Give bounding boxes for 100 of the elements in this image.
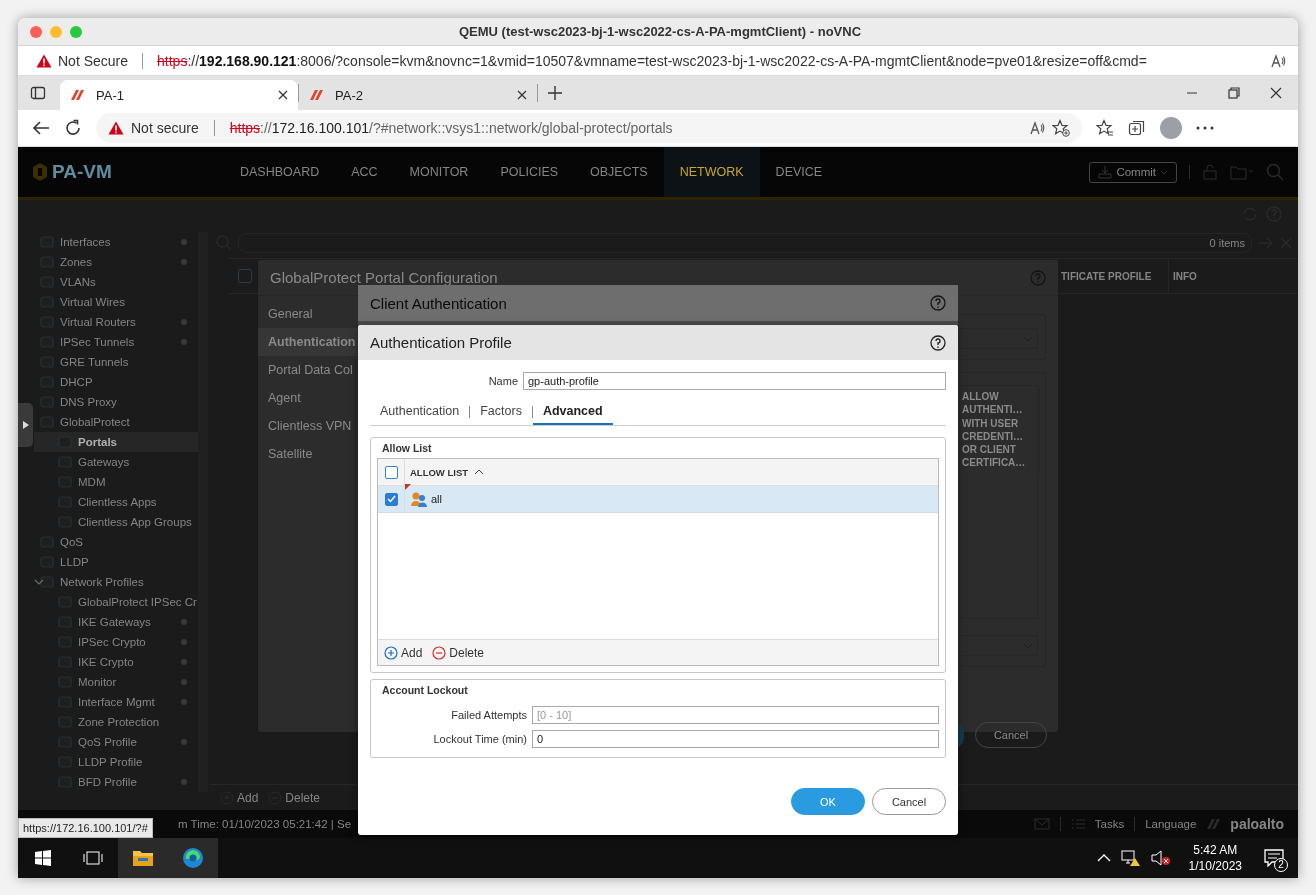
close-icon[interactable]: [278, 90, 288, 100]
dialog-nav-item[interactable]: Clientless VPN: [258, 412, 358, 440]
ok-button[interactable]: OK: [791, 788, 865, 815]
chevron-up-icon[interactable]: [1096, 854, 1111, 862]
nav-tab[interactable]: ACC: [335, 147, 394, 197]
tasks-link[interactable]: Tasks: [1094, 818, 1125, 830]
nav-tab[interactable]: MONITOR: [393, 147, 485, 197]
task-view-icon[interactable]: [83, 851, 103, 865]
tab-actions-icon[interactable]: [30, 85, 46, 101]
sidebar-item[interactable]: GlobalProtect IPSec Cr: [34, 592, 198, 612]
cancel-button[interactable]: Cancel: [872, 788, 946, 815]
favorites-icon[interactable]: [1096, 119, 1114, 137]
nav-tab[interactable]: POLICIES: [484, 147, 575, 197]
dialog-nav-item[interactable]: Agent: [258, 384, 358, 412]
play-icon: [22, 421, 29, 429]
sidebar-item[interactable]: Virtual Routers: [34, 312, 198, 332]
checkbox[interactable]: [384, 465, 398, 479]
tab[interactable]: Advanced: [532, 398, 613, 425]
language-link[interactable]: Language: [1145, 818, 1197, 830]
nav-tab[interactable]: NETWORK: [663, 147, 760, 197]
sidebar-item[interactable]: DNS Proxy: [34, 392, 198, 412]
sidebar-item[interactable]: IPSec Crypto: [34, 632, 198, 652]
close-icon[interactable]: [1270, 87, 1282, 99]
sidebar-item[interactable]: QoS: [34, 532, 198, 552]
sidebar-item[interactable]: Zone Protection: [34, 712, 198, 732]
tab[interactable]: Authentication: [370, 398, 470, 424]
sidebar-item[interactable]: Network Profiles: [34, 572, 198, 592]
sidebar-item[interactable]: IPSec Tunnels: [34, 332, 198, 352]
add-button[interactable]: Add: [384, 645, 423, 660]
sidebar-item[interactable]: GlobalProtect: [34, 412, 198, 432]
sidebar-item[interactable]: IKE Crypto: [34, 652, 198, 672]
windows-icon[interactable]: [35, 850, 51, 866]
collapse-handle[interactable]: [18, 403, 33, 447]
sidebar-item[interactable]: QoS Profile: [34, 732, 198, 752]
speaker-muted-icon[interactable]: [1150, 850, 1171, 866]
network-warning-icon[interactable]: [1120, 849, 1141, 867]
sidebar-item[interactable]: Monitor: [34, 672, 198, 692]
profile-avatar[interactable]: [1160, 117, 1182, 139]
help-icon[interactable]: [930, 334, 946, 351]
address-field[interactable]: Not secure https://172.16.100.101/?#network::vsys1::network/global-protect/portals: [96, 113, 1082, 143]
name-field[interactable]: gp-auth-profile: [523, 372, 946, 390]
list-row[interactable]: all: [378, 486, 938, 513]
nav-tab[interactable]: DASHBOARD: [224, 147, 336, 197]
delete-button[interactable]: Delete: [268, 790, 321, 805]
sidebar-item[interactable]: Clientless Apps: [34, 492, 198, 512]
dialog-nav-item[interactable]: Portal Data Col: [258, 356, 358, 384]
folder-icon[interactable]: [132, 849, 154, 867]
back-icon[interactable]: [32, 120, 50, 136]
square-icon: [40, 535, 54, 549]
dialog-nav-item[interactable]: Satellite: [258, 440, 358, 468]
star-add-icon[interactable]: [1052, 119, 1070, 137]
delete-button[interactable]: Delete: [432, 645, 485, 660]
sidebar-item[interactable]: IKE Gateways: [34, 612, 198, 632]
collections-icon[interactable]: [1128, 119, 1146, 137]
column-header[interactable]: ALLOW LIST: [405, 466, 485, 478]
browser-icon[interactable]: [182, 847, 204, 869]
download-icon: [1098, 165, 1113, 179]
nav-tab[interactable]: DEVICE: [759, 147, 839, 197]
row-text: all: [431, 493, 442, 505]
input-field[interactable]: 0: [532, 730, 939, 748]
sidebar-item[interactable]: GRE Tunnels: [34, 352, 198, 372]
search-field[interactable]: 0 items: [238, 233, 1252, 253]
notification-button[interactable]: 2: [1260, 844, 1288, 872]
input-field[interactable]: [0 - 10]: [532, 706, 939, 724]
refresh-icon[interactable]: [64, 119, 82, 137]
notification-count: 2: [1274, 858, 1288, 872]
commit-button[interactable]: Commit: [1089, 161, 1177, 183]
dialog-nav-item[interactable]: General: [258, 300, 358, 328]
tab-title: PA-1: [96, 87, 124, 103]
sidebar-item[interactable]: Portals: [34, 432, 198, 452]
column-header[interactable]: INFO: [1168, 259, 1298, 293]
browser-tab[interactable]: PA-2: [299, 80, 537, 110]
sidebar-item[interactable]: Gateways: [34, 452, 198, 472]
url-text[interactable]: https://172.16.100.101/?#network::vsys1::network/global-protect/portals: [229, 120, 1022, 136]
more-icon[interactable]: [1196, 126, 1214, 130]
add-button[interactable]: Add: [220, 790, 259, 805]
read-aloud-icon[interactable]: [1029, 120, 1045, 136]
tab[interactable]: Factors: [470, 398, 532, 424]
read-aloud-icon[interactable]: [1270, 52, 1286, 69]
sidebar-item[interactable]: Zones: [34, 252, 198, 272]
square-icon: [58, 655, 72, 669]
restore-icon[interactable]: [1228, 87, 1240, 99]
sidebar-item[interactable]: VLANs: [34, 272, 198, 292]
sidebar-item[interactable]: DHCP: [34, 372, 198, 392]
browser-tab[interactable]: PA-1: [60, 80, 298, 110]
sidebar-item[interactable]: LLDP Profile: [34, 752, 198, 772]
close-icon[interactable]: [517, 90, 527, 100]
nav-tab[interactable]: OBJECTS: [574, 147, 664, 197]
sidebar-item[interactable]: Interface Mgmt: [34, 692, 198, 712]
url-text[interactable]: https://192.168.90.121:8006/?console=kvm&novnc=1&vmid=10507&vmname=test-wsc2023-bj-1-wsc2022-cs-A-PA-mgmtClient&node=pve01&resize=off&cmd=: [157, 52, 1264, 69]
sidebar-item[interactable]: Clientless App Groups: [34, 512, 198, 532]
checkbox[interactable]: [384, 492, 398, 506]
new-tab-icon[interactable]: [548, 86, 562, 100]
sidebar-item[interactable]: MDM: [34, 472, 198, 492]
sidebar-item[interactable]: Interfaces: [34, 232, 198, 252]
sidebar-item[interactable]: LLDP: [34, 552, 198, 572]
checkbox[interactable]: [238, 269, 252, 283]
dialog-nav-item[interactable]: Authentication: [258, 328, 358, 356]
sidebar-item[interactable]: BFD Profile: [34, 772, 198, 792]
sidebar-item[interactable]: Virtual Wires: [34, 292, 198, 312]
